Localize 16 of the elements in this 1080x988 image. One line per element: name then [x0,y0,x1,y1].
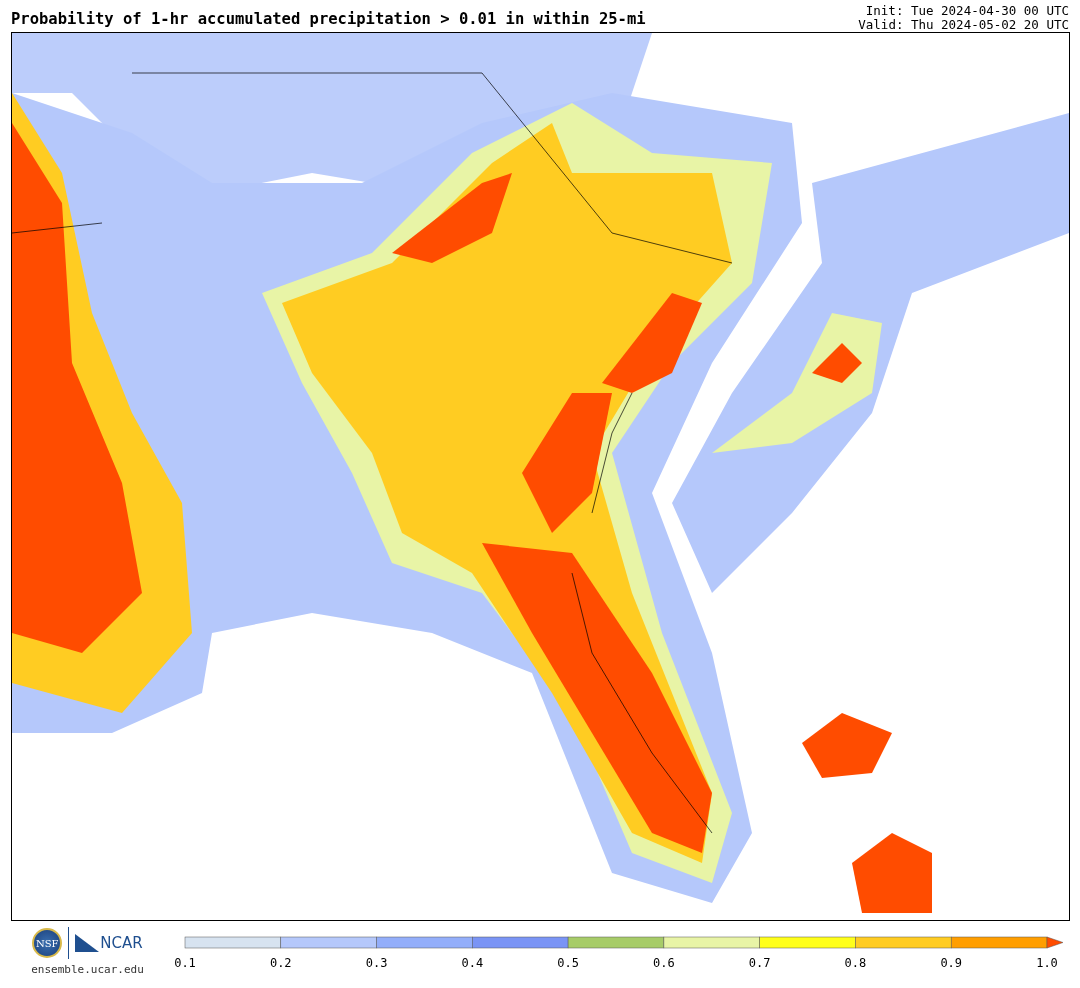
tick-label: 0.8 [844,956,867,970]
init-time: Init: Tue 2024-04-30 00 UTC [865,4,1069,18]
nsf-logo: NSF [32,928,63,958]
tick-label: 0.5 [557,956,579,970]
tick-label: 0.6 [653,956,675,970]
ncar-logo: NCAR [75,934,143,952]
tick-label: 0.1 [175,956,196,970]
tick-label: 0.3 [365,956,388,970]
valid-time: Valid: Thu 2024-05-02 20 UTC [858,18,1069,32]
tick-label: 0.7 [748,956,771,970]
tick-label: 0.9 [940,956,963,970]
tick-label: 0.2 [269,956,292,970]
chart-title: Probability of 1-hr accumulated precipitation > 0.01 in within 25-mi [11,10,646,30]
site-url: ensemble.ucar.edu [31,963,144,976]
tick-label: 0.4 [461,956,484,970]
tick-label: 1.0 [1036,956,1058,970]
